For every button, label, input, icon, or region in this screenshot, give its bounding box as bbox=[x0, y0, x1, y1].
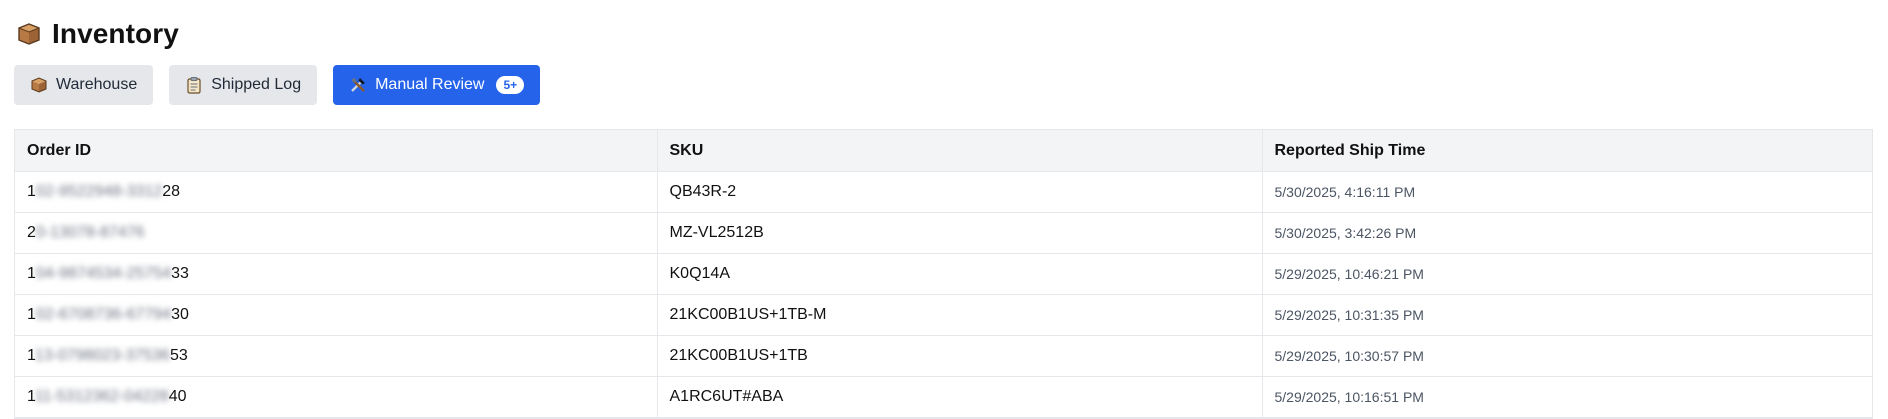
table-row[interactable]: 20-13078-87476 MZ-VL2512B 5/30/2025, 3:42:… bbox=[15, 212, 1872, 254]
table-row[interactable]: 104-9874534-2575433 K0Q14A 5/29/2025, 10:4… bbox=[15, 253, 1872, 295]
table-header-row: Order ID SKU Reported Ship Time bbox=[15, 130, 1872, 172]
order-id-redacted: 04-9874534-25754 bbox=[35, 265, 172, 282]
order-id-end: 30 bbox=[171, 306, 189, 323]
ship-time-cell: 5/30/2025, 4:16:11 PM bbox=[1261, 171, 1872, 213]
order-id-end: 40 bbox=[168, 388, 187, 405]
table-row[interactable]: 113-0798023-3753653 21KC00B1US+1TB 5/29/20… bbox=[15, 335, 1872, 377]
table-row[interactable]: 111-5312362-0422840 A1RC6UT#ABA 5/29/2025,… bbox=[15, 376, 1872, 418]
tab-manual-review[interactable]: Manual Review 5+ bbox=[333, 65, 541, 105]
order-id-redacted: 11-5312362-04228 bbox=[34, 388, 169, 405]
order-id-cell: 104-9874534-2575433 bbox=[15, 253, 657, 295]
order-id-end: 33 bbox=[171, 265, 189, 282]
page-header: Inventory bbox=[16, 18, 179, 50]
order-id-end: 28 bbox=[162, 183, 181, 200]
sku-cell: MZ-VL2512B bbox=[656, 212, 1262, 254]
table-row[interactable]: 102-6708736-6779430 21KC00B1US+1TB-M 5/29/… bbox=[15, 294, 1872, 336]
box-icon bbox=[18, 23, 40, 45]
order-id-cell: 111-5312362-0422840 bbox=[15, 376, 657, 418]
count-badge: 5+ bbox=[496, 76, 525, 94]
sku-cell: 21KC00B1US+1TB-M bbox=[656, 294, 1262, 336]
order-id-start: 1 bbox=[27, 265, 36, 282]
sku-cell: K0Q14A bbox=[656, 253, 1262, 295]
order-id-cell: 113-0798023-3753653 bbox=[15, 335, 657, 377]
ship-time-cell: 5/29/2025, 10:46:21 PM bbox=[1261, 253, 1872, 295]
order-id-start: 1 bbox=[27, 306, 36, 323]
tab-warehouse[interactable]: Warehouse bbox=[14, 65, 154, 105]
order-id-start: 1 bbox=[27, 388, 35, 405]
orders-table: Order ID SKU Reported Ship Time 102-9522… bbox=[14, 129, 1873, 419]
order-id-redacted: 02-6708736-67794 bbox=[35, 306, 172, 323]
column-header-ship-time[interactable]: Reported Ship Time bbox=[1261, 130, 1872, 172]
tab-shipped-log[interactable]: Shipped Log bbox=[169, 65, 318, 105]
order-id-cell: 20-13078-87476 bbox=[15, 212, 657, 254]
order-id-cell: 102-6708736-6779430 bbox=[15, 294, 657, 336]
tools-icon bbox=[351, 78, 366, 92]
column-header-sku[interactable]: SKU bbox=[656, 130, 1262, 172]
order-id-redacted: 13-0798023-37536 bbox=[34, 347, 170, 364]
column-header-order-id[interactable]: Order ID bbox=[15, 130, 657, 172]
tab-label: Manual Review bbox=[375, 76, 485, 93]
order-id-start: 2 bbox=[27, 224, 36, 241]
order-id-redacted: 0-13078-87476 bbox=[35, 224, 145, 241]
sku-cell: A1RC6UT#ABA bbox=[656, 376, 1262, 418]
ship-time-cell: 5/30/2025, 3:42:26 PM bbox=[1261, 212, 1872, 254]
sku-cell: QB43R-2 bbox=[656, 171, 1262, 213]
order-id-end: 53 bbox=[169, 347, 188, 364]
table-row[interactable]: 102-9522948-331228 QB43R-2 5/30/2025, 4:16… bbox=[15, 171, 1872, 213]
order-id-redacted: 02-9522948-3312 bbox=[35, 183, 163, 200]
order-id-cell: 102-9522948-331228 bbox=[15, 171, 657, 213]
clipboard-icon bbox=[187, 77, 201, 94]
tab-bar: Warehouse Shipped Log Manual Review 5+ bbox=[14, 65, 541, 105]
tab-label: Shipped Log bbox=[211, 76, 302, 93]
ship-time-cell: 5/29/2025, 10:30:57 PM bbox=[1261, 335, 1872, 377]
tab-label: Warehouse bbox=[56, 76, 138, 93]
ship-time-cell: 5/29/2025, 10:31:35 PM bbox=[1261, 294, 1872, 336]
order-id-start: 1 bbox=[27, 347, 35, 364]
order-id-start: 1 bbox=[27, 183, 36, 200]
ship-time-cell: 5/29/2025, 10:16:51 PM bbox=[1261, 376, 1872, 418]
box-icon bbox=[31, 77, 47, 93]
page-title: Inventory bbox=[52, 18, 179, 49]
sku-cell: 21KC00B1US+1TB bbox=[656, 335, 1262, 377]
